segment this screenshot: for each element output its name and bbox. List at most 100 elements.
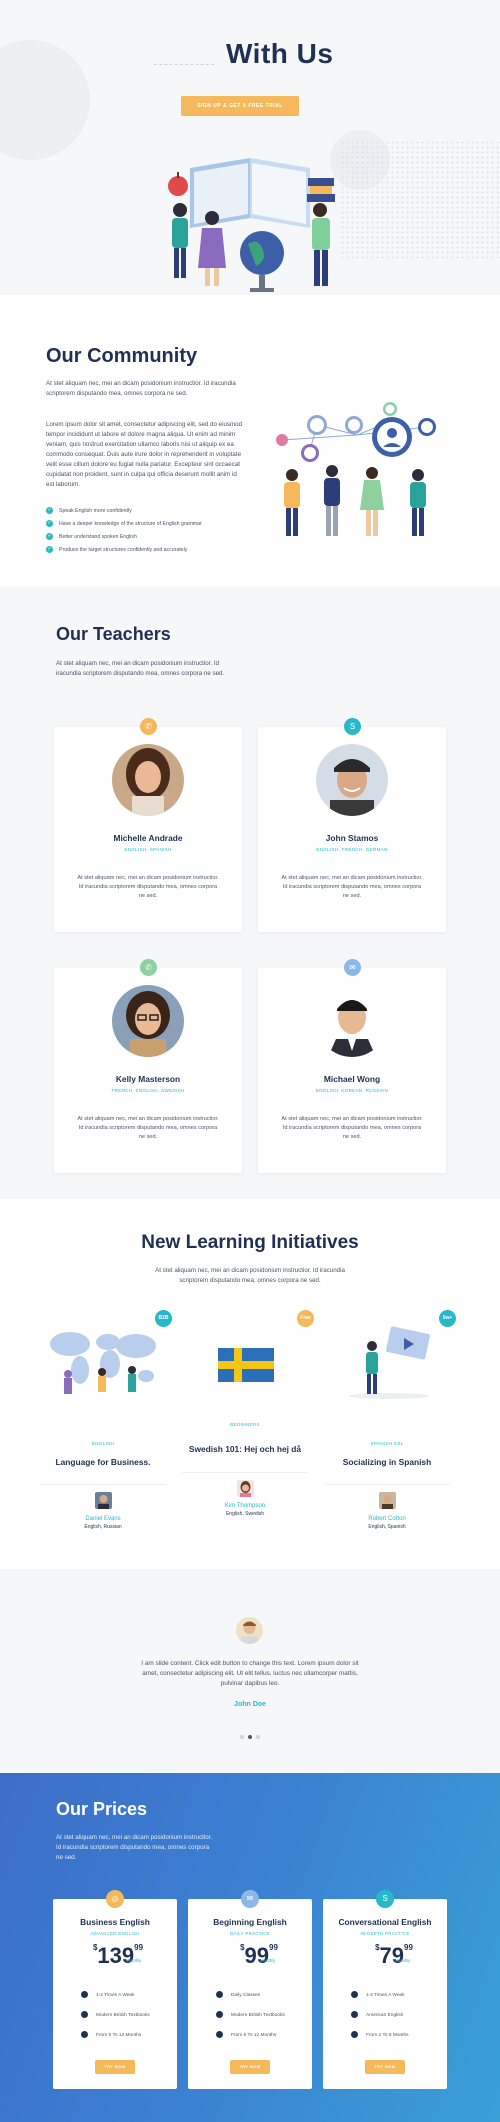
decor-lines [154,64,214,68]
plan-title: Conversational English [338,1917,432,1927]
teacher-card[interactable]: ✆ Michelle Andrade ENGLISH, SPANISH At s… [54,718,242,932]
initiative-category: SPANISH ESL [370,1441,404,1446]
initiative-author[interactable]: Daniel Evans [40,1516,166,1522]
avatar [112,985,184,1057]
swedish-flag-icon [218,1348,274,1382]
initiative-badge: Free [297,1310,314,1327]
check-icon: ✓ [46,520,53,527]
divider [40,1484,166,1485]
testimonial-slider-dots[interactable] [0,1726,500,1744]
initiative-card[interactable]: Free BEGINNERS Swedish 101: Hej och hej … [182,1302,314,1552]
initiative-author[interactable]: Kim Thompson [182,1503,308,1509]
initiative-author[interactable]: Robert Cotton [324,1516,450,1522]
initiative-card[interactable]: 5w+ SPANISH ESL Socializing in Spanish R… [324,1302,456,1552]
price-card[interactable]: S Conversational English IN-DEPTH PRACTI… [323,1890,447,2089]
initiative-title: Swedish 101: Hej och hej då [188,1444,302,1454]
initiative-languages: English, Spanish [368,1524,406,1530]
teacher-bio: At stet aliquam nec, mei an dicam posido… [281,875,423,899]
initiative-title: Socializing in Spanish [342,1457,432,1467]
try-now-button[interactable]: TRY NOW [230,2060,270,2074]
slider-dot[interactable] [256,1735,260,1739]
signup-trial-button[interactable]: SIGN UP & GET A FREE TRIAL [181,96,299,116]
decor-dots [340,140,500,260]
community-section: Our Community At stet aliquam nec, mei a… [0,295,500,587]
chat-icon: ✉ [241,1890,259,1908]
check-icon: ✓ [46,546,53,553]
teacher-languages: ENGLISH, SPANISH [124,847,172,852]
teachers-section: Our Teachers At stet aliquam nec, mei an… [0,587,500,1199]
plan-feature: From 6 To 12 Months [81,2031,141,2038]
community-title: Our Community [46,345,198,367]
try-now-button[interactable]: TRY NOW [95,2060,135,2074]
check-icon [351,1991,358,1998]
try-now-button[interactable]: TRY NOW [365,2060,405,2074]
network-people-illustration [276,402,436,536]
decor-circle [0,40,90,160]
hero-section: With Us SIGN UP & GET A FREE TRIAL [0,0,500,295]
world-map-illustration [50,1332,156,1394]
teacher-languages: FRENCH, ENGLISH, SWEDISH [111,1088,185,1093]
plan-feature: Daily Classes [216,1991,260,1998]
teacher-name: Michael Wong [323,1074,381,1084]
testimonial-author: John Doe [234,1701,266,1708]
initiative-category: ENGLISH [91,1441,115,1446]
initiative-category: BEGINNERS [230,1422,260,1427]
testimonial-section: I am slide content. Click edit button to… [0,1569,500,1773]
plan-subtitle: ADVANCED ENGLISH [90,1931,140,1936]
slider-dot[interactable] [248,1735,252,1739]
divider [182,1472,308,1473]
initiatives-section: New Learning Initiatives At stet aliquam… [0,1199,500,1569]
teacher-name: John Stamos [325,833,379,843]
teacher-languages: ENGLISH, FRENCH, GERMAN [316,847,388,852]
plan-feature: Modern British Textbooks [81,2011,150,2018]
initiative-title: Language for Business. [55,1457,151,1467]
checklist-item: ✓ Speak English more confidently [46,507,132,514]
avatar [112,744,184,816]
initiative-badge: 5w+ [439,1310,456,1327]
plan-price: $13999 Monthly [92,1943,144,1968]
initiative-languages: English, Russian [84,1524,122,1530]
check-icon [216,2011,223,2018]
slider-dot[interactable] [240,1735,244,1739]
teacher-card[interactable]: ✆ Kelly Masterson FRENCH, ENGLISH, SWEDI… [54,959,242,1173]
teacher-languages: ENGLISH, KOREAN, RUSSIAN [315,1088,389,1093]
skype-icon[interactable]: S [344,718,361,735]
initiative-badge: B2B [155,1310,172,1327]
globe-icon: ◎ [106,1890,124,1908]
check-icon [216,2031,223,2038]
presentation-illustration [349,1326,430,1399]
price-card[interactable]: ✉ Beginning English DAILY PRACTICE $9999… [188,1890,312,2089]
initiatives-title: New Learning Initiatives [141,1232,359,1253]
initiatives-intro: At stet aliquam nec, mei an dicam posido… [155,1267,345,1284]
teacher-card[interactable]: ✉ Michael Wong ENGLISH, KOREAN, RUSSIAN … [258,959,446,1173]
avatar [379,1492,396,1509]
students-book-illustration [168,158,335,292]
check-icon [81,1991,88,1998]
testimonial-quote: I am slide content. Click edit button to… [141,1660,359,1687]
teachers-title: Our Teachers [56,624,171,644]
teacher-name: Kelly Masterson [115,1074,181,1084]
checklist-item: ✓ Produce the target structures confident… [46,546,188,553]
plan-feature: 1-2 Times A Week [351,1991,405,1998]
avatar [95,1492,112,1509]
initiative-card[interactable]: B2B ENGLISH Language for Business. Danie… [40,1302,172,1552]
whatsapp-icon[interactable]: ✆ [140,718,157,735]
check-icon: ✓ [46,533,53,540]
plan-price: $7999 Monthly [375,1943,413,1968]
plan-title: Business English [80,1917,150,1927]
community-body: Lorem ipsum dolor sit amet, consectetur … [46,421,243,488]
whatsapp-icon[interactable]: ✆ [140,959,157,976]
check-icon [351,2011,358,2018]
community-intro: At stet aliquam nec, mei an dicam posido… [46,380,236,397]
checklist-item: ✓ Have a deeper knowledge of the structur… [46,520,202,527]
teacher-bio: At stet aliquam nec, mei an dicam posido… [77,875,219,899]
plan-subtitle: IN-DEPTH PRACTICE [360,1931,410,1936]
plan-feature: From 2 To 6 Months [351,2031,409,2038]
teacher-card[interactable]: S John Stamos ENGLISH, FRENCH, GERMAN At… [258,718,446,932]
avatar [316,985,388,1057]
prices-title: Our Prices [56,1799,148,1819]
check-icon [351,2031,358,2038]
community-checklist: ✓ Speak English more confidently ✓ Have a … [46,504,246,556]
price-card[interactable]: ◎ Business English ADVANCED ENGLISH $139… [53,1890,177,2089]
chat-icon[interactable]: ✉ [344,959,361,976]
